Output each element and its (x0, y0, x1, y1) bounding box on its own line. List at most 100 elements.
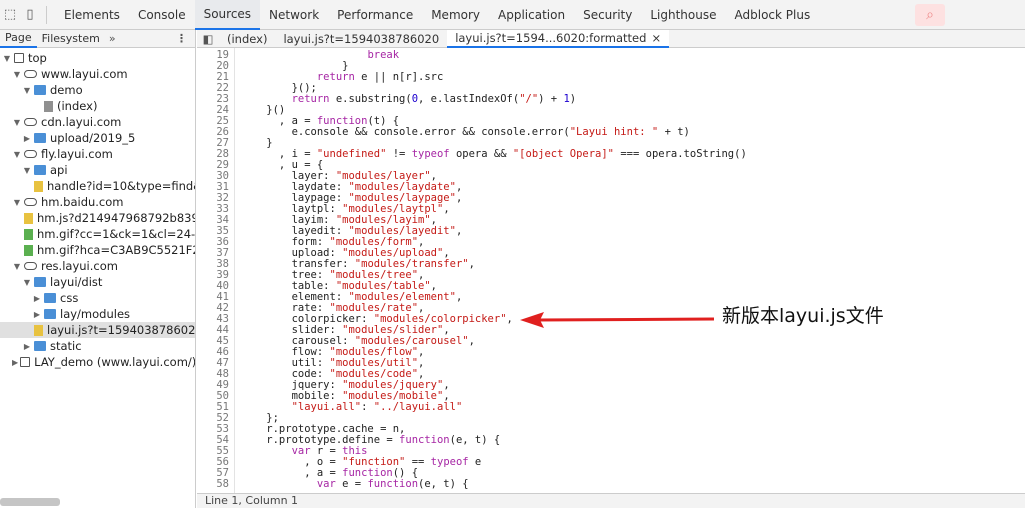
code-token: "../layui.all" (373, 401, 463, 413)
cloud-icon (24, 118, 37, 126)
expanded-arrow-icon[interactable]: ▼ (12, 118, 22, 127)
tab-page[interactable]: Page (0, 30, 37, 48)
code-line: 26 e.console && console.error && console… (197, 127, 1025, 138)
tree-node-label: hm.baidu.com (41, 195, 124, 209)
collapsed-arrow-icon[interactable]: ▶ (12, 358, 18, 367)
editor-tab[interactable]: layui.js?t=1594...6020:formatted × (447, 29, 670, 48)
code-token: (e, t) { (418, 478, 469, 490)
code-token: var (316, 478, 336, 490)
code-token: , e.lastIndexOf( (418, 93, 520, 105)
close-tab-icon[interactable]: × (651, 31, 661, 45)
tree-node[interactable]: ▶ lay/modules (0, 306, 195, 322)
editor-tab-bar: ◧ (index) layui.js?t=1594038786020 layui.j… (197, 29, 1025, 48)
device-toolbar-icon[interactable]: ▯ (20, 0, 40, 30)
tree-node[interactable]: ▼ hm.baidu.com (0, 194, 195, 210)
tree-node[interactable]: ▼ cdn.layui.com (0, 114, 195, 130)
tree-node-label: layui/dist (50, 275, 103, 289)
expanded-arrow-icon[interactable]: ▼ (22, 166, 32, 175)
tree-node-label: layui.js?t=1594038786020 (47, 323, 196, 337)
tree-node[interactable]: handle?id=10&type=find& (0, 178, 195, 194)
collapsed-arrow-icon[interactable]: ▶ (22, 342, 32, 351)
search-icon[interactable]: ⌕ (915, 4, 945, 26)
tree-node[interactable]: ▼ www.layui.com (0, 66, 195, 82)
expanded-arrow-icon[interactable]: ▼ (12, 198, 22, 207)
tree-node-label: hm.js?d214947968792b839fc (37, 211, 196, 225)
expanded-arrow-icon[interactable]: ▼ (12, 70, 22, 79)
cloud-icon (24, 70, 37, 78)
tree-node[interactable]: ▶ css (0, 290, 195, 306)
folder-icon (44, 309, 56, 319)
tab-network[interactable]: Network (260, 0, 328, 30)
frame-icon (14, 53, 24, 63)
tree-node-label: css (60, 291, 79, 305)
editor-tab[interactable]: layui.js?t=1594038786020 (275, 30, 447, 48)
file-green-icon (24, 228, 33, 240)
tree-node-label: res.layui.com (41, 259, 118, 273)
tree-node[interactable]: layui.js?t=1594038786020 (0, 322, 195, 338)
tree-node[interactable]: hm.js?d214947968792b839fc (0, 210, 195, 226)
tree-node[interactable]: ▼ top (0, 50, 195, 66)
tab-lighthouse[interactable]: Lighthouse (641, 0, 725, 30)
tree-node[interactable]: ▶ upload/2019_5 (0, 130, 195, 146)
tree-node[interactable]: ▶ static (0, 338, 195, 354)
editor-tab-label: layui.js?t=1594038786020 (283, 31, 440, 46)
code-token: , (455, 291, 463, 303)
cursor-inspect-icon[interactable]: ⬚ (0, 0, 20, 30)
tree-node-label: (index) (57, 99, 98, 113)
code-token: (e, t) { (449, 434, 501, 446)
tab-sources[interactable]: Sources (194, 0, 261, 30)
tree-node[interactable]: hm.gif?cc=1&ck=1&cl=24-b (0, 226, 195, 242)
toolbar-divider (46, 5, 47, 24)
tree-node[interactable]: ▼ demo (0, 82, 195, 98)
frame-icon (20, 357, 31, 367)
expanded-arrow-icon[interactable]: ▼ (12, 262, 22, 271)
tab-memory[interactable]: Memory (422, 0, 489, 30)
code-line: 21 return e || n[r].src (197, 72, 1025, 83)
code-token: , (506, 313, 513, 325)
tab-security[interactable]: Security (574, 0, 641, 30)
code-token: , (468, 258, 475, 270)
editor-status-bar: Line 1, Column 1 (197, 493, 1025, 508)
tab-elements[interactable]: Elements (55, 0, 129, 30)
tree-node[interactable]: ▼ res.layui.com (0, 258, 195, 274)
file-yellow-icon (24, 212, 33, 224)
tab-console[interactable]: Console (129, 0, 195, 30)
horizontal-scrollbar[interactable] (0, 498, 60, 506)
tab-filesystem[interactable]: Filesystem (37, 30, 105, 48)
collapsed-arrow-icon[interactable]: ▶ (32, 310, 42, 319)
collapsed-arrow-icon[interactable]: ▶ (22, 134, 32, 143)
collapsed-arrow-icon[interactable]: ▶ (32, 294, 42, 303)
code-text: var e = function(e, t) { (241, 479, 469, 490)
file-tree: ▼ top ▼ www.layui.com ▼ demo (index) ▼ cdn.layui… (0, 48, 195, 370)
toggle-navigator-icon[interactable]: ◧ (197, 32, 219, 46)
tree-node[interactable]: hm.gif?hca=C3AB9C5521F21 (0, 242, 195, 258)
tree-node-label: api (50, 163, 68, 177)
tree-node[interactable]: ▼ layui/dist (0, 274, 195, 290)
tree-node[interactable]: ▼ api (0, 162, 195, 178)
tree-node[interactable]: (index) (0, 98, 195, 114)
code-editor[interactable]: 19 break 20 } 21 return e || n[r].src 22 }(… (197, 48, 1025, 493)
folder-icon (44, 293, 56, 303)
cursor-position: Line 1, Column 1 (205, 494, 299, 507)
code-token: e (468, 456, 482, 468)
navigator-menu-icon[interactable]: ⋮ (176, 32, 187, 45)
file-yellow-icon (34, 324, 43, 336)
tab-application[interactable]: Application (489, 0, 574, 30)
tree-node-label: www.layui.com (41, 67, 128, 81)
expanded-arrow-icon[interactable]: ▼ (22, 278, 32, 287)
annotation-label: 新版本layui.js文件 (722, 305, 884, 327)
more-tabs-icon[interactable]: » (109, 32, 116, 45)
tree-node[interactable]: ▼ fly.layui.com (0, 146, 195, 162)
code-token: "layui.all" (291, 401, 362, 413)
editor-tab[interactable]: (index) (219, 30, 275, 48)
tree-node[interactable]: ▶ LAY_demo (www.layui.com/) (0, 354, 195, 370)
line-number[interactable]: 58 (197, 479, 229, 490)
expanded-arrow-icon[interactable]: ▼ (2, 54, 12, 63)
tab-adblock-plus[interactable]: Adblock Plus (726, 0, 820, 30)
code-text: return e.substring(0, e.lastIndexOf("/")… (241, 93, 577, 105)
tab-performance[interactable]: Performance (328, 0, 422, 30)
expanded-arrow-icon[interactable]: ▼ (12, 150, 22, 159)
expanded-arrow-icon[interactable]: ▼ (22, 86, 32, 95)
tree-node-label: demo (50, 83, 83, 97)
devtools-tab-bar: ⬚ ▯ Elements Console Sources Network Perform… (0, 0, 1025, 30)
